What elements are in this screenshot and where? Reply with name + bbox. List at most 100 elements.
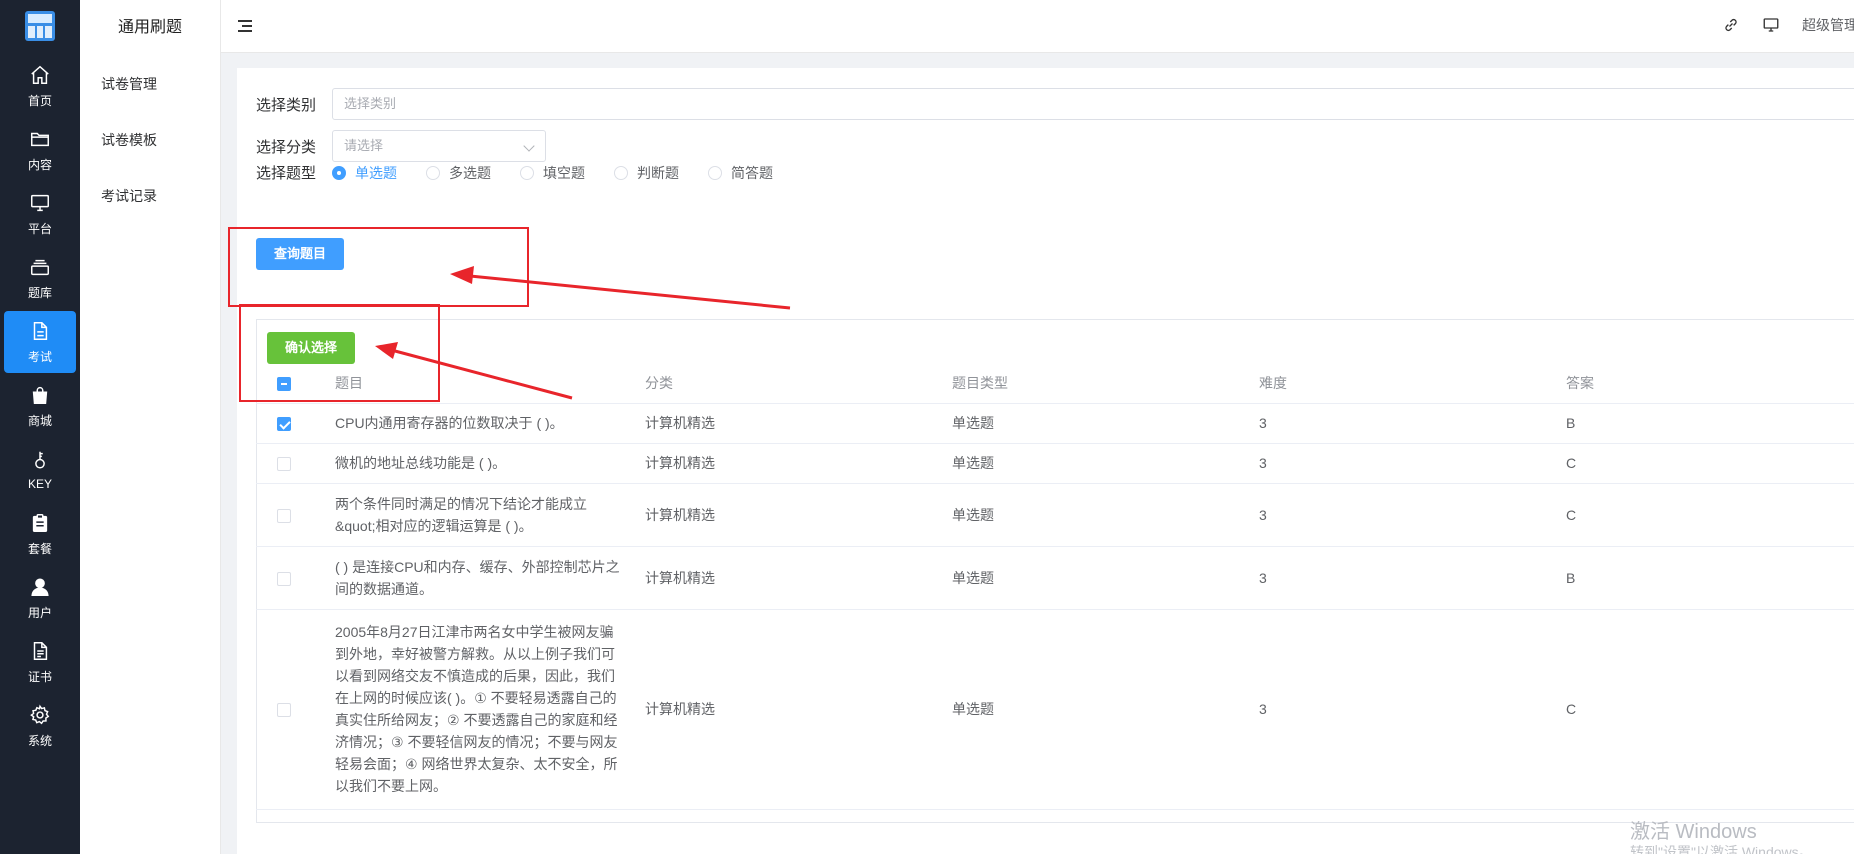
cell-title: 两个条件同时满足的情况下结论才能成立&quot;相对应的逻辑运算是 ( )。 [335,483,645,547]
column-header-answer[interactable]: 答案 [1566,363,1854,404]
nav-label: 平台 [27,221,52,236]
cell-answer: C [1566,443,1854,484]
category-label: 选择类别 [256,96,317,114]
cell-type: 单选题 [952,403,1259,444]
class-label: 选择分类 [256,138,317,156]
row-checkbox[interactable] [277,508,291,523]
nav-item-content[interactable]: 内容 [4,119,76,181]
nav-label: 套餐 [27,541,52,556]
class-row: 选择分类 请选择 [256,130,546,162]
windows-activation-subtext: 转到"设置"以激活 Windows。 [1630,844,1813,854]
row-checkbox[interactable] [277,703,291,718]
nav-item-mall[interactable]: 商城 [4,375,76,437]
cell-answer: C [1566,609,1854,810]
menu-toggle-icon[interactable] [238,20,252,32]
cell-answer: B [1566,546,1854,610]
radio-fill-blank[interactable]: 填空题 [520,163,585,183]
nav-item-key[interactable]: KEY [4,439,76,501]
nav-item-home[interactable]: 首页 [4,55,76,117]
nav-item-user[interactable]: 用户 [4,567,76,629]
row-checkbox[interactable] [277,417,291,432]
nav-label: 证书 [27,669,52,684]
nav-item-exam[interactable]: 考试 [4,311,76,373]
nav-label: KEY [27,477,52,491]
column-header-difficulty[interactable]: 难度 [1259,363,1566,404]
icon-sidebar: 首页 内容 平台 题库 考试 商城 KEY 套餐 用户 证书 系统 [0,0,80,854]
table-row[interactable]: 2005年8月27日江津市两名女中学生被网友骗到外地，幸好被警方解救。从以上例子… [256,609,1854,810]
cell-difficulty: 3 [1259,546,1566,610]
radio-dot [520,165,534,180]
cell-category: 计算机精选 [645,546,952,610]
radio-dot [426,165,440,180]
cell-difficulty: 3 [1259,403,1566,444]
annotation-box-query [228,227,529,307]
column-header-category[interactable]: 分类 [645,363,952,404]
nav-label: 题库 [27,285,52,300]
class-select-placeholder: 请选择 [344,138,384,153]
category-row: 选择类别 选择类别 [256,88,1854,120]
column-header-type[interactable]: 题目类型 [952,363,1259,404]
sub-item-exam-records[interactable]: 考试记录 [80,168,220,224]
table-row[interactable]: 两个条件同时满足的情况下结论才能成立&quot;相对应的逻辑运算是 ( )。 计… [256,483,1854,547]
nav-item-platform[interactable]: 平台 [4,183,76,245]
cell-type: 单选题 [952,546,1259,610]
app-logo[interactable] [25,11,55,41]
category-input[interactable]: 选择类别 [332,88,1854,120]
cell-type: 单选题 [952,609,1259,810]
radio-multiple-choice[interactable]: 多选题 [426,163,491,183]
radio-short-answer[interactable]: 简答题 [708,163,773,183]
cell-category: 计算机精选 [645,483,952,547]
nav-item-certificate[interactable]: 证书 [4,631,76,693]
top-header: 超级管理员 [221,0,1854,53]
cell-difficulty: 3 [1259,443,1566,484]
type-radio-group: 单选题 多选题 填空题 判断题 简答题 [332,163,802,183]
home-icon [31,65,49,84]
stack-icon [31,259,49,275]
user-icon [31,577,49,596]
cell-difficulty: 3 [1259,609,1566,810]
folder-icon [31,132,49,146]
table-row[interactable]: ( ) 是连接CPU和内存、缓存、外部控制芯片之间的数据通道。 计算机精选 单选… [256,546,1854,610]
link-icon[interactable] [1722,16,1740,34]
radio-single-choice[interactable]: 单选题 [332,163,397,183]
nav-item-package[interactable]: 套餐 [4,503,76,565]
row-checkbox[interactable] [277,457,291,472]
annotation-box-confirm [239,304,440,402]
sub-item-paper-template[interactable]: 试卷模板 [80,112,220,168]
clipboard-icon [32,513,48,532]
cell-category: 计算机精选 [645,609,952,810]
class-select[interactable]: 请选择 [332,130,546,162]
gear-icon [30,704,50,724]
fullscreen-monitor-icon[interactable] [1762,16,1780,34]
nav-label: 商城 [27,413,52,428]
main-content: 选择类别 选择类别 选择分类 请选择 选择题型 单选题 多选题 填空题 判断题 … [237,68,1854,854]
windows-activation-watermark: 激活 Windows [1630,821,1757,843]
cell-answer: B [1566,403,1854,444]
sub-sidebar: 通用刷题 试卷管理 试卷模板 考试记录 [80,0,221,854]
monitor-icon [31,194,49,211]
cell-title: CPU内通用寄存器的位数取决于 ( )。 [335,403,645,444]
radio-label: 判断题 [637,164,679,181]
row-checkbox-cell [256,546,335,610]
nav-item-question-bank[interactable]: 题库 [4,247,76,309]
nav-label: 内容 [27,157,52,172]
table-row[interactable]: 微机的地址总线功能是 ( )。 计算机精选 单选题 3 C [256,443,1854,484]
cell-category: 计算机精选 [645,443,952,484]
row-checkbox[interactable] [277,571,291,586]
main-nav: 首页 内容 平台 题库 考试 商城 KEY 套餐 用户 证书 系统 [0,55,80,757]
table-header-row: 题目 分类 题目类型 难度 答案 [256,363,1854,404]
header-actions: 超级管理员 [1722,15,1854,35]
table-row[interactable]: CPU内通用寄存器的位数取决于 ( )。 计算机精选 单选题 3 B [256,403,1854,444]
sub-item-paper-management[interactable]: 试卷管理 [80,56,220,112]
chevron-down-icon [523,140,535,152]
cell-difficulty: 3 [1259,483,1566,547]
radio-true-false[interactable]: 判断题 [614,163,679,183]
admin-user-name[interactable]: 超级管理员 [1802,15,1854,35]
certificate-icon [33,641,48,660]
radio-label: 多选题 [449,164,491,181]
key-icon [35,451,45,469]
type-label: 选择题型 [256,165,317,182]
nav-label: 考试 [27,349,52,364]
nav-item-system[interactable]: 系统 [4,695,76,757]
question-table: 题目 分类 题目类型 难度 答案 CPU内通用寄存器的位数取决于 ( )。 计算… [256,363,1854,810]
